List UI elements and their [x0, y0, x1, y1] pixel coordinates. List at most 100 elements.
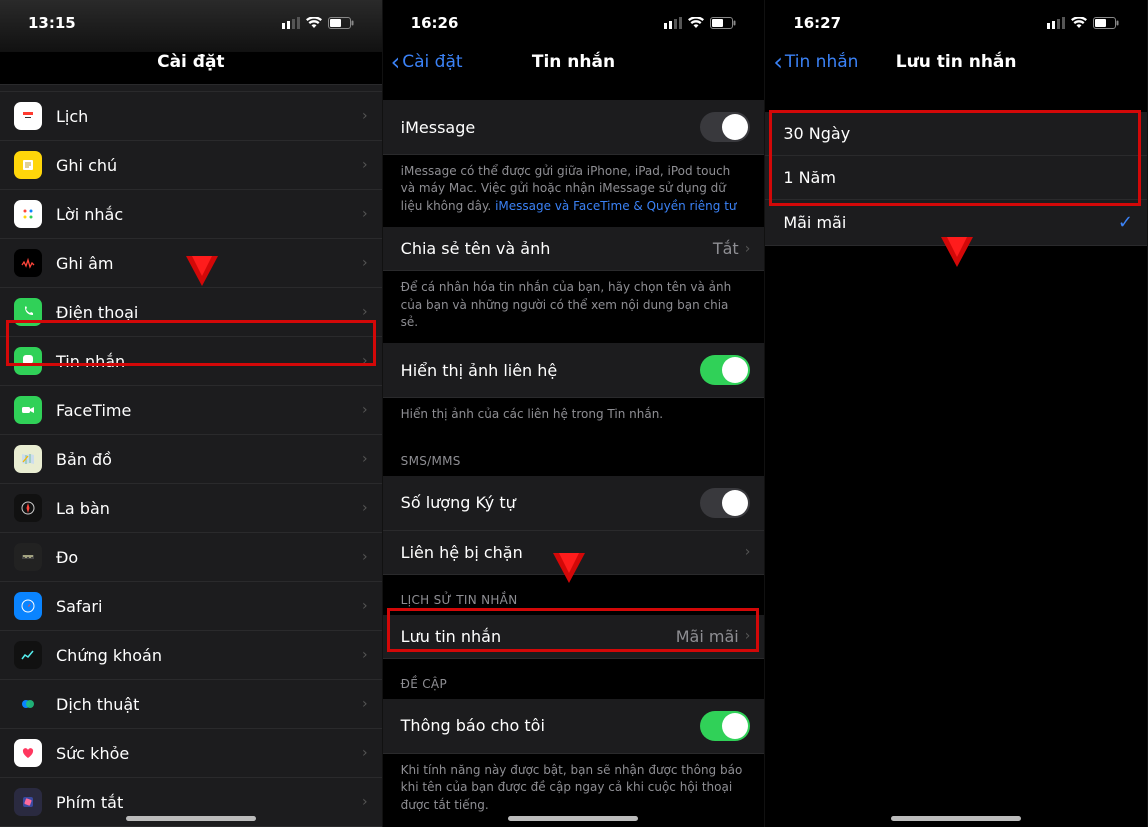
chevron-right-icon: ›: [362, 647, 368, 663]
maps-icon: [14, 445, 42, 473]
row-label: Đo: [56, 548, 362, 567]
chevron-right-icon: ›: [362, 598, 368, 614]
chevron-right-icon: ›: [362, 255, 368, 271]
voice-memos-icon: [14, 249, 42, 277]
row-label: Thông báo cho tôi: [401, 716, 701, 735]
status-bar: 13:15: [0, 0, 382, 28]
row-translate[interactable]: Dịch thuật ›: [0, 680, 382, 729]
back-button[interactable]: ‹ Tin nhắn: [773, 50, 858, 74]
chevron-right-icon: ›: [745, 241, 751, 257]
row-label: Lời nhắc: [56, 205, 362, 224]
chevron-right-icon: ›: [362, 157, 368, 173]
row-safari[interactable]: Safari ›: [0, 582, 382, 631]
row-label: Chứng khoán: [56, 646, 362, 665]
toggle-char-count[interactable]: [700, 488, 750, 518]
row-compass[interactable]: La bàn ›: [0, 484, 382, 533]
toggle-show-contact-photos[interactable]: [700, 355, 750, 385]
row-show-contact-photos[interactable]: Hiển thị ảnh liên hệ: [383, 343, 765, 398]
option-label: 30 Ngày: [783, 124, 1133, 143]
stocks-icon: [14, 641, 42, 669]
chevron-right-icon: ›: [362, 206, 368, 222]
back-label: Tin nhắn: [785, 52, 859, 72]
phone-messages-settings: 16:26 ‹ Cài đặt Tin nhắn iMessage iMessa…: [383, 0, 766, 827]
wifi-icon: [1071, 17, 1087, 29]
back-button[interactable]: ‹ Cài đặt: [391, 50, 463, 74]
row-stocks[interactable]: Chứng khoán ›: [0, 631, 382, 680]
row-value: Tắt: [713, 239, 739, 258]
wifi-icon: [306, 17, 322, 29]
row-label: Safari: [56, 597, 362, 616]
health-icon: [14, 739, 42, 767]
measure-icon: [14, 543, 42, 571]
navbar-title: Tin nhắn: [532, 52, 615, 72]
status-icons: [664, 17, 736, 29]
footer-text: Hiển thị ảnh của các liên hệ trong Tin n…: [383, 398, 765, 435]
row-label: Lưu tin nhắn: [401, 627, 676, 646]
row-imessage[interactable]: iMessage: [383, 100, 765, 155]
toggle-imessage[interactable]: [700, 112, 750, 142]
row-phone[interactable]: Điện thoại ›: [0, 288, 382, 337]
chevron-right-icon: ›: [362, 353, 368, 369]
row-label: Ghi chú: [56, 156, 362, 175]
messages-settings-list[interactable]: iMessage iMessage có thể được gửi giữa i…: [383, 100, 765, 826]
arrow-indicator-icon: [186, 256, 218, 286]
row-reminders[interactable]: Lời nhắc ›: [0, 190, 382, 239]
row-calendar[interactable]: Lịch ›: [0, 92, 382, 141]
imessage-privacy-link[interactable]: iMessage và FaceTime & Quyền riêng tư: [495, 199, 736, 213]
status-icons: [1047, 17, 1119, 29]
battery-icon: [328, 17, 354, 29]
phone-keep-messages: 16:27 ‹ Tin nhắn Lưu tin nhắn 30 Ngày1 N…: [765, 0, 1148, 827]
row-label: La bàn: [56, 499, 362, 518]
home-indicator[interactable]: [126, 816, 256, 821]
chevron-right-icon: ›: [362, 549, 368, 565]
row-notify-me[interactable]: Thông báo cho tôi: [383, 699, 765, 754]
navbar-settings: Cài đặt: [0, 40, 382, 84]
chevron-right-icon: ›: [362, 500, 368, 516]
row-label: Bản đồ: [56, 450, 362, 469]
row-notes[interactable]: Ghi chú ›: [0, 141, 382, 190]
chevron-right-icon: ›: [745, 544, 751, 560]
chevron-right-icon: ›: [362, 108, 368, 124]
row-measure[interactable]: Đo ›: [0, 533, 382, 582]
chevron-right-icon: ›: [362, 794, 368, 810]
reminders-icon: [14, 200, 42, 228]
shortcuts-icon: [14, 788, 42, 816]
navbar-title: Lưu tin nhắn: [896, 52, 1017, 72]
home-indicator[interactable]: [508, 816, 638, 821]
row-messages[interactable]: Tin nhắn ›: [0, 337, 382, 386]
row-label: Sức khỏe: [56, 744, 362, 763]
chevron-left-icon: ‹: [391, 50, 401, 74]
row-label: Lịch: [56, 107, 362, 126]
option-row[interactable]: 1 Năm: [765, 156, 1147, 200]
option-row[interactable]: 30 Ngày: [765, 112, 1147, 156]
row-label: iMessage: [401, 118, 701, 137]
row-health[interactable]: Sức khỏe ›: [0, 729, 382, 778]
keep-messages-list[interactable]: 30 Ngày1 NămMãi mãi✓: [765, 112, 1147, 246]
signal-icon: [1047, 17, 1065, 29]
chevron-left-icon: ‹: [773, 50, 783, 74]
safari-icon: [14, 592, 42, 620]
list-item[interactable]: [0, 84, 382, 92]
row-value: Mãi mãi: [676, 627, 739, 646]
row-share-name-photo[interactable]: Chia sẻ tên và ảnh Tắt ›: [383, 227, 765, 271]
back-label: Cài đặt: [402, 52, 462, 72]
row-label: Phím tắt: [56, 793, 362, 812]
row-keep-messages[interactable]: Lưu tin nhắn Mãi mãi ›: [383, 615, 765, 659]
section-header-sms: SMS/MMS: [383, 436, 765, 476]
section-header-mention: ĐỀ CẬP: [383, 659, 765, 699]
row-maps[interactable]: Bản đồ ›: [0, 435, 382, 484]
home-indicator[interactable]: [891, 816, 1021, 821]
row-label: Tin nhắn: [56, 352, 362, 371]
chevron-right-icon: ›: [362, 451, 368, 467]
toggle-notify-me[interactable]: [700, 711, 750, 741]
row-label: Điện thoại: [56, 303, 362, 322]
row-label: Dịch thuật: [56, 695, 362, 714]
row-char-count[interactable]: Số lượng Ký tự: [383, 476, 765, 531]
row-label: FaceTime: [56, 401, 362, 420]
settings-list[interactable]: Lịch › Ghi chú › Lời nhắc › Ghi âm › Điệ…: [0, 84, 382, 827]
signal-icon: [282, 17, 300, 29]
status-icons: [282, 17, 354, 29]
row-facetime[interactable]: FaceTime ›: [0, 386, 382, 435]
status-bar: 16:26: [383, 0, 765, 28]
navbar-keep: ‹ Tin nhắn Lưu tin nhắn: [765, 40, 1147, 84]
